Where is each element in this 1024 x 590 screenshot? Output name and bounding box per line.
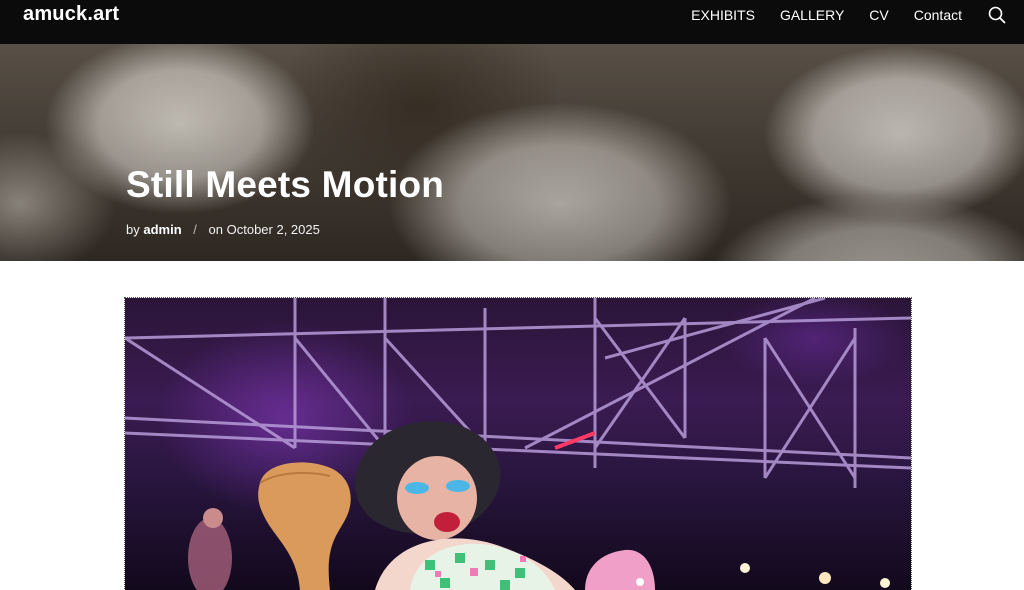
stage-scene-graphic bbox=[125, 298, 911, 590]
main-nav: EXHIBITS GALLERY CV Contact bbox=[666, 7, 962, 23]
post-title: Still Meets Motion bbox=[126, 164, 445, 205]
nav-item-gallery[interactable]: GALLERY bbox=[780, 7, 844, 23]
post-date: October 2, 2025 bbox=[226, 222, 320, 237]
author-link[interactable]: admin bbox=[143, 222, 181, 237]
site-header: amuck.art EXHIBITS GALLERY CV Contact bbox=[0, 0, 1024, 44]
nav-item-cv[interactable]: CV bbox=[869, 7, 888, 23]
search-icon[interactable] bbox=[988, 6, 1006, 24]
meta-separator: / bbox=[193, 222, 197, 237]
featured-image bbox=[124, 297, 912, 590]
site-logo[interactable]: amuck.art bbox=[23, 3, 119, 26]
post-meta: by admin / on October 2, 2025 bbox=[126, 222, 320, 237]
date-prefix: on bbox=[208, 222, 223, 237]
post-hero: Still Meets Motion by admin / on October… bbox=[0, 44, 1024, 261]
by-label: by bbox=[126, 222, 140, 237]
nav-item-contact[interactable]: Contact bbox=[914, 7, 962, 23]
nav-item-exhibits[interactable]: EXHIBITS bbox=[691, 7, 755, 23]
